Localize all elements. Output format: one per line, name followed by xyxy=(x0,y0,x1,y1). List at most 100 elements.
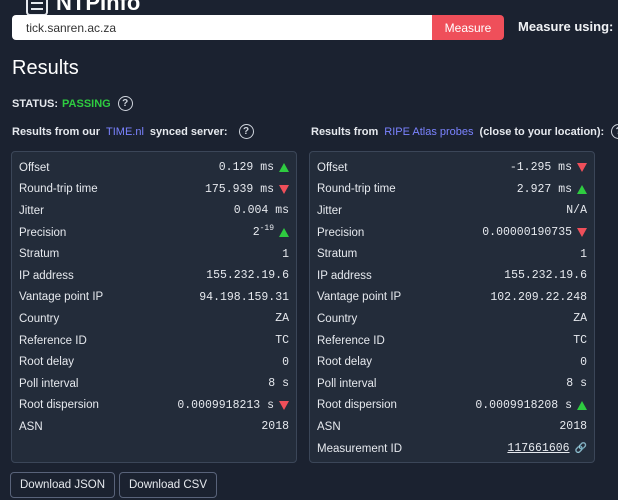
value-text: 155.232.19.6 xyxy=(206,269,289,283)
value-text: TC xyxy=(275,334,289,348)
row-value: -1.295 ms xyxy=(510,161,587,174)
row-round-trip-time: Round-trip time 175.939 ms xyxy=(12,179,296,201)
left-heading-prefix: Results from our xyxy=(12,125,101,138)
search-input[interactable] xyxy=(12,15,432,40)
row-jitter: Jitter 0.004 ms xyxy=(12,200,296,222)
value-power: 2-19 xyxy=(252,224,274,240)
row-label: IP address xyxy=(317,269,372,282)
row-value: ZA xyxy=(275,312,289,325)
value-text: 0.129 ms xyxy=(218,161,274,175)
value-text: -1.295 ms xyxy=(509,161,572,175)
time-nl-link[interactable]: TIME.nl xyxy=(106,126,144,138)
row-value: 94.198.159.31 xyxy=(199,291,289,304)
row-vantage-point-ip: Vantage point IP 94.198.159.31 xyxy=(12,287,296,309)
row-value: 102.209.22.248 xyxy=(490,291,587,304)
row-label: Jitter xyxy=(317,204,342,217)
value-text: 0.0009918208 s xyxy=(475,398,572,412)
row-label: Poll interval xyxy=(19,377,79,390)
row-label: Root delay xyxy=(19,356,74,369)
row-label: ASN xyxy=(19,420,43,433)
row-label: Round-trip time xyxy=(317,183,396,196)
row-root-delay: Root delay 0 xyxy=(310,351,594,373)
left-results-panel: Offset 0.129 ms Round-trip time 175.939 ms J… xyxy=(11,151,297,463)
row-value: TC xyxy=(573,334,587,347)
row-ip-address: IP address 155.232.19.6 xyxy=(12,265,296,287)
brand-title: NTPInfo xyxy=(56,0,141,15)
row-value: 8 s xyxy=(268,377,289,390)
status-value: PASSING xyxy=(62,97,111,110)
value-text: ZA xyxy=(573,312,587,326)
row-value: 8 s xyxy=(566,377,587,390)
row-country: Country ZA xyxy=(12,308,296,330)
value-text: 102.209.22.248 xyxy=(490,290,587,304)
measure-button[interactable]: Measure xyxy=(432,15,504,40)
row-value: 2-19 xyxy=(252,224,289,240)
row-value: 175.939 ms xyxy=(205,183,289,196)
row-value: ZA xyxy=(573,312,587,325)
question-circle-icon[interactable]: ? xyxy=(238,124,254,139)
row-label: Precision xyxy=(317,226,365,239)
row-reference-id: Reference ID TC xyxy=(12,330,296,352)
row-label: Precision xyxy=(19,226,67,239)
question-circle-icon[interactable]: ? xyxy=(117,96,133,111)
row-value: 0.129 ms xyxy=(219,161,289,174)
row-value: 0 xyxy=(580,356,587,369)
row-root-dispersion: Root dispersion 0.0009918208 s xyxy=(310,395,594,417)
status-row: STATUS: PASSING ? xyxy=(12,96,133,111)
row-label: Stratum xyxy=(19,248,60,261)
value-base: 2 xyxy=(252,226,260,240)
question-circle-icon[interactable]: ? xyxy=(611,124,618,139)
chain-link-icon[interactable]: 🔗 xyxy=(575,443,587,454)
row-precision: Precision 2-19 xyxy=(12,222,296,244)
row-label: Country xyxy=(317,312,358,325)
row-asn: ASN 2018 xyxy=(310,416,594,438)
left-section-heading: Results from our TIME.nl synced server: … xyxy=(12,124,254,139)
measurement-id-link[interactable]: 117661606 xyxy=(507,442,569,455)
triangle-down-icon xyxy=(577,163,587,173)
row-value: 117661606 🔗 xyxy=(507,442,587,455)
triangle-up-icon xyxy=(577,184,587,194)
row-label: Vantage point IP xyxy=(19,291,104,304)
triangle-down-icon xyxy=(279,400,289,410)
row-poll-interval: Poll interval 8 s xyxy=(310,373,594,395)
row-asn: ASN 2018 xyxy=(12,416,296,438)
row-label: Jitter xyxy=(19,204,44,217)
row-ip-address: IP address 155.232.19.6 xyxy=(310,265,594,287)
row-jitter: Jitter N/A xyxy=(310,200,594,222)
download-json-button[interactable]: Download JSON xyxy=(10,472,116,498)
row-value: 0 xyxy=(282,356,289,369)
row-root-dispersion: Root dispersion 0.0009918213 s xyxy=(12,395,296,417)
row-label: ASN xyxy=(317,420,341,433)
triangle-up-icon xyxy=(577,400,587,410)
right-results-panel: Offset -1.295 ms Round-trip time 2.927 ms Ji… xyxy=(309,151,595,463)
row-value: 0.0009918213 s xyxy=(177,399,289,412)
row-value: 2.927 ms xyxy=(517,183,587,196)
row-label: IP address xyxy=(19,269,74,282)
row-value: TC xyxy=(275,334,289,347)
triangle-down-icon xyxy=(577,228,587,238)
row-country: Country ZA xyxy=(310,308,594,330)
value-text: 0 xyxy=(282,355,289,369)
value-text: TC xyxy=(573,334,587,348)
row-round-trip-time: Round-trip time 2.927 ms xyxy=(310,179,594,201)
top-bar: NTPInfo Measure Measure using: xyxy=(0,0,618,44)
status-label: STATUS: xyxy=(12,97,59,110)
row-value: N/A xyxy=(566,204,587,217)
value-exponent: -19 xyxy=(259,224,274,234)
row-label: Round-trip time xyxy=(19,183,98,196)
row-value: 155.232.19.6 xyxy=(206,269,289,282)
right-heading-suffix: (close to your location): xyxy=(479,125,605,138)
download-csv-button[interactable]: Download CSV xyxy=(119,472,217,498)
row-value: 0.004 ms xyxy=(234,204,289,217)
value-text: ZA xyxy=(275,312,289,326)
row-label: Root dispersion xyxy=(19,399,99,412)
value-text: 94.198.159.31 xyxy=(199,290,289,304)
row-label: Offset xyxy=(19,161,50,174)
row-measurement-id: Measurement ID 117661606 🔗 xyxy=(310,438,594,460)
ripe-atlas-link[interactable]: RIPE Atlas probes xyxy=(384,126,473,138)
row-reference-id: Reference ID TC xyxy=(310,330,594,352)
value-text: 155.232.19.6 xyxy=(504,269,587,283)
right-heading-prefix: Results from xyxy=(311,125,379,138)
value-text: 2.927 ms xyxy=(516,182,572,196)
row-label: Offset xyxy=(317,161,348,174)
